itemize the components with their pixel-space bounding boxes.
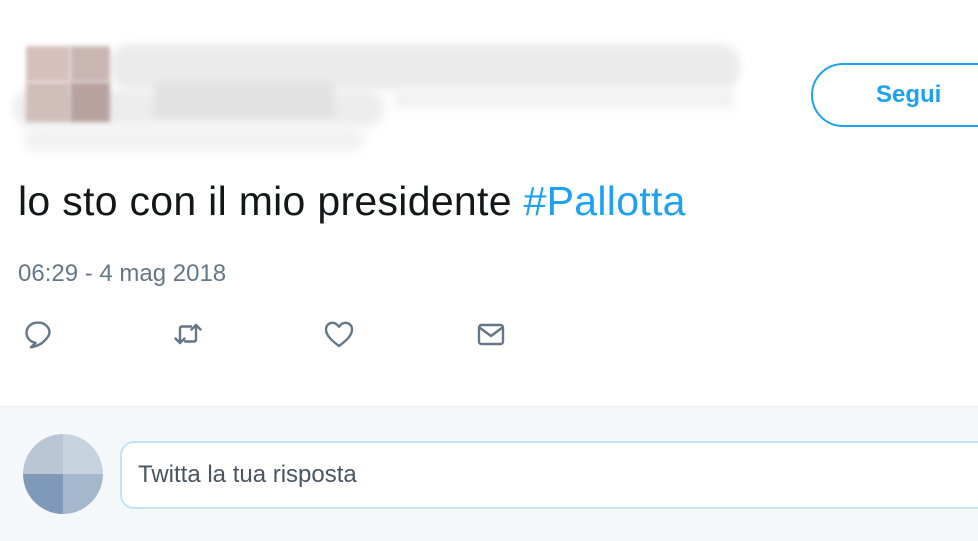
retweet-button[interactable]	[172, 318, 204, 350]
reply-composer	[0, 406, 978, 541]
retweet-icon	[174, 323, 202, 345]
heart-icon	[324, 321, 354, 348]
tweet-body: lo sto con il mio presidente	[18, 178, 512, 224]
like-button[interactable]	[323, 318, 355, 350]
tweet-page: Segui lo sto con il mio presidente #Pall…	[0, 0, 978, 541]
envelope-icon	[477, 323, 505, 346]
reply-button[interactable]	[22, 318, 54, 350]
tweet-text: lo sto con il mio presidente #Pallotta	[18, 178, 686, 225]
tweet-timestamp[interactable]: 06:29 - 4 mag 2018	[18, 260, 226, 288]
hashtag-link[interactable]: #Pallotta	[524, 178, 686, 224]
author-avatar	[26, 46, 70, 82]
direct-message-button[interactable]	[475, 318, 507, 350]
blurred-author-info	[14, 38, 744, 156]
reply-icon	[25, 321, 51, 349]
reply-input[interactable]	[120, 441, 978, 509]
follow-button[interactable]: Segui	[811, 63, 978, 127]
user-avatar	[23, 434, 103, 514]
